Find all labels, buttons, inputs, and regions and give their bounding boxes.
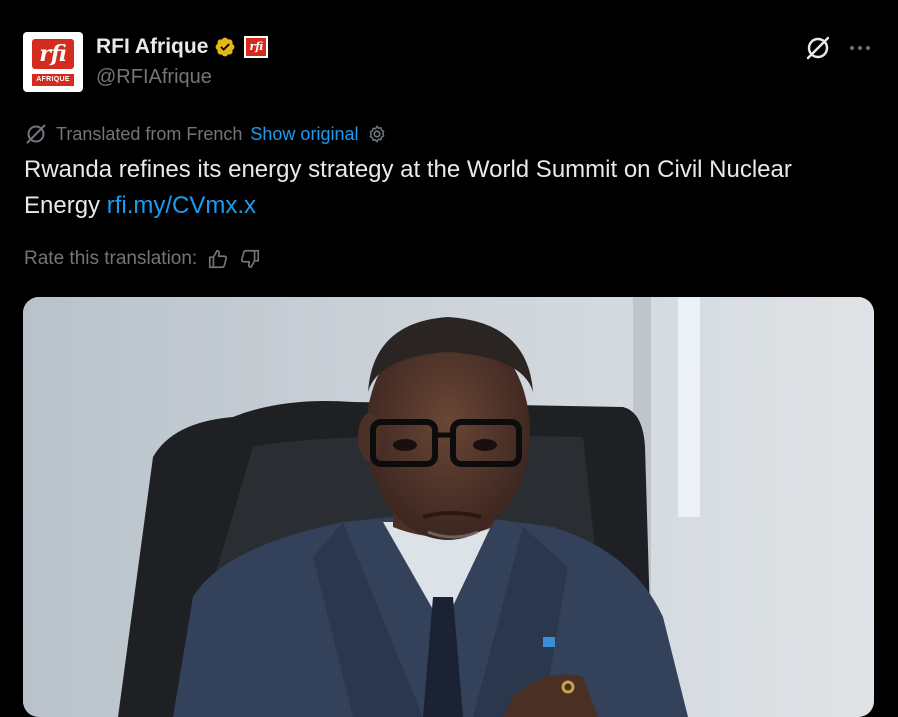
photo-image (23, 297, 874, 717)
verified-badge-icon[interactable] (214, 36, 236, 58)
translated-from-label: Translated from French (56, 123, 243, 144)
author-name-row: RFI Afrique rfi (96, 35, 269, 59)
thumbs-up-icon[interactable] (207, 248, 229, 270)
affiliate-logo-icon[interactable]: rfi (244, 36, 269, 58)
tweet-link[interactable]: rfi.my/CVmx.x (107, 192, 256, 219)
translation-bar: Translated from French Show original (24, 122, 388, 146)
show-original-link[interactable]: Show original (250, 124, 358, 145)
author-handle[interactable]: @RFIAfrique (96, 66, 212, 89)
more-options-icon[interactable] (846, 34, 874, 62)
rate-translation-label: Rate this translation: (24, 248, 198, 269)
rfi-logo-subtitle: AFRIQUE (32, 74, 74, 86)
avatar[interactable]: rfi AFRIQUE (23, 32, 83, 92)
grok-translate-icon (26, 124, 46, 144)
rfi-logo: rfi (32, 39, 74, 69)
grok-icon[interactable] (804, 34, 832, 62)
gear-icon[interactable] (366, 123, 388, 145)
tweet-text: Rwanda refines its energy strategy at th… (24, 152, 874, 224)
thumbs-down-icon[interactable] (239, 248, 261, 270)
author-name[interactable]: RFI Afrique (96, 35, 208, 59)
tweet-photo[interactable] (23, 297, 874, 717)
rate-translation-row: Rate this translation: (24, 248, 261, 270)
